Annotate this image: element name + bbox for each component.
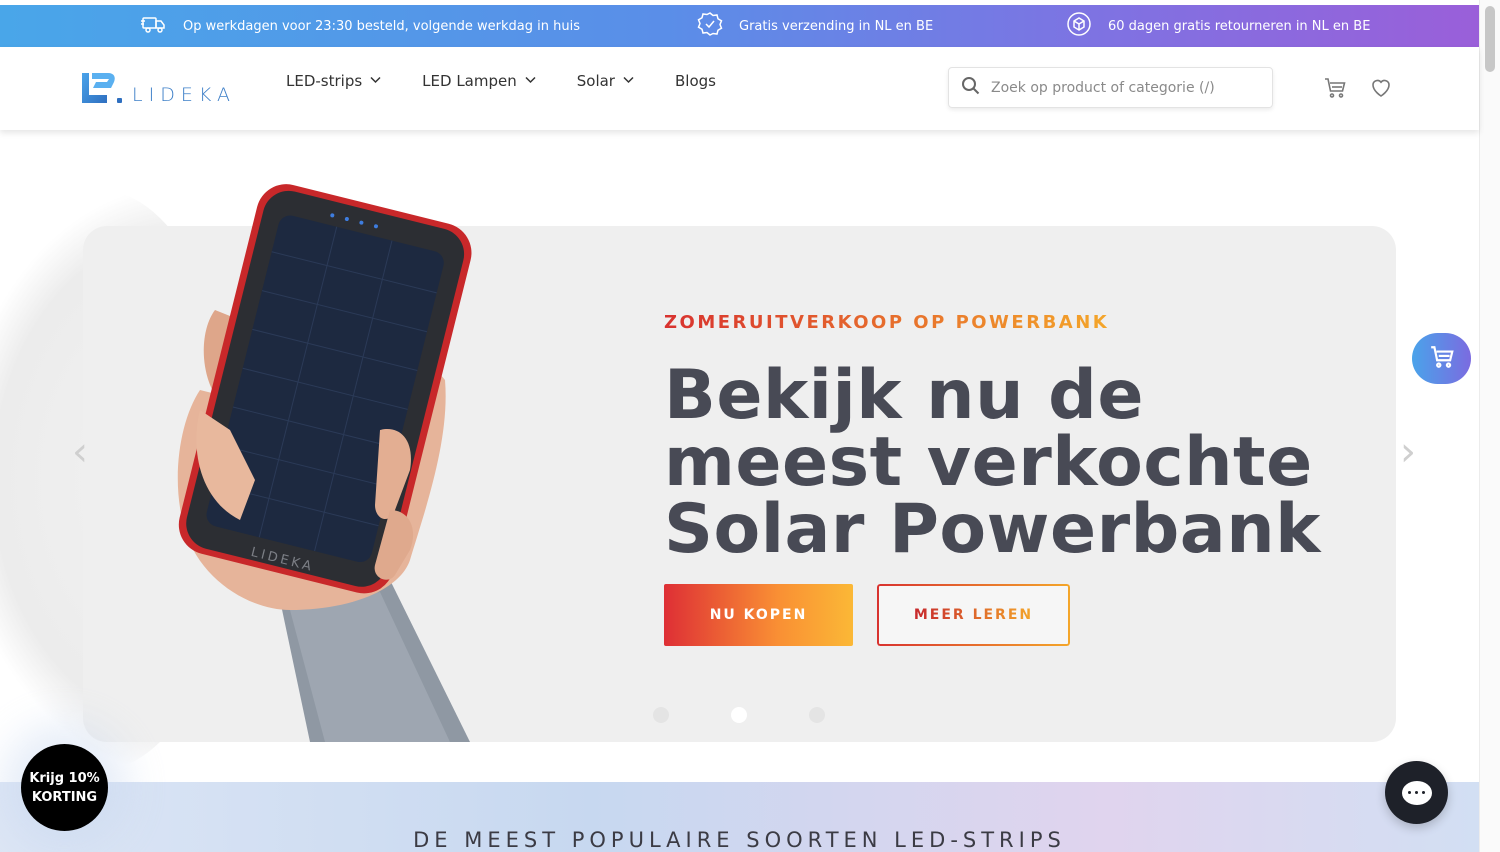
logo[interactable]: LIDEKA [80,71,236,105]
site-header: LIDEKA LED-strips LED Lampen Solar Blogs [0,47,1479,130]
search-input[interactable] [991,79,1261,96]
promo-text-returns: 60 dagen gratis retourneren in NL en BE [1108,18,1371,34]
promo-bar: Op werkdagen voor 23:30 besteld, volgend… [0,5,1479,47]
logo-text: LIDEKA [132,84,236,106]
delivery-truck-icon [141,11,167,41]
popular-section-title: DE MEEST POPULAIRE SOORTEN LED-STRIPS [413,828,1066,852]
nav-label: Solar [576,72,615,90]
heart-icon[interactable] [1369,76,1393,100]
main-nav: LED-strips LED Lampen Solar Blogs [286,72,756,90]
buy-now-button[interactable]: NU KOPEN [664,584,853,646]
nav-item-led-strips[interactable]: LED-strips [286,72,382,90]
carousel-next-arrow[interactable]: › [1400,432,1416,472]
chevron-down-icon [369,72,382,90]
chevron-down-icon [524,72,537,90]
discount-line2: KORTING [31,790,98,805]
search-icon [961,76,981,100]
nav-item-led-lampen[interactable]: LED Lampen [422,72,537,90]
chat-icon [1401,780,1432,805]
nav-item-solar[interactable]: Solar [577,72,635,90]
check-badge-icon [697,11,723,41]
cart-icon [1429,344,1455,374]
chevron-down-icon [622,72,635,90]
hero-title: Bekijk nu de meest verkochte Solar Power… [664,356,1324,569]
discount-badge[interactable]: Krijg 10% KORTING [21,744,108,831]
carousel-dot-1[interactable] [653,707,669,723]
nav-label: LED Lampen [422,72,517,90]
carousel-dot-2[interactable] [731,707,747,723]
nav-item-blogs[interactable]: Blogs [675,72,716,90]
scroll-thumb[interactable] [1485,6,1495,72]
promo-item-shipping: Gratis verzending in NL en BE [697,5,933,47]
promo-item-returns: 60 dagen gratis retourneren in NL en BE [1066,5,1370,47]
floating-cart-button[interactable] [1412,333,1471,384]
hero-title-line: meest verkochte [664,423,1313,502]
promo-text-shipping: Gratis verzending in NL en BE [739,18,934,34]
learn-more-label: MEER LEREN [913,607,1034,623]
carousel-dots [653,707,825,723]
logo-mark-icon [80,71,122,105]
hero-product-image: LIDEKA [160,180,500,742]
nav-label: LED-strips [286,72,363,90]
learn-more-button[interactable]: MEER LEREN [877,584,1070,646]
hero-title-line: Bekijk nu de [664,356,1144,435]
carousel-dot-3[interactable] [809,707,825,723]
scrollbar[interactable] [1479,0,1500,852]
promo-text-delivery: Op werkdagen voor 23:30 besteld, volgend… [183,18,580,34]
return-box-icon [1066,11,1092,41]
cart-icon[interactable] [1323,76,1347,100]
search-box [948,67,1273,108]
discount-line1: Krijg 10% [29,771,100,786]
promo-item-delivery: Op werkdagen voor 23:30 besteld, volgend… [141,5,580,47]
nav-label: Blogs [674,72,716,90]
hero-title-line: Solar Powerbank [664,490,1321,569]
hero-eyebrow: ZOMERUITVERKOOP OP POWERBANK [664,312,1110,333]
chat-button[interactable] [1385,761,1448,824]
carousel-prev-arrow[interactable]: ‹ [72,432,88,472]
